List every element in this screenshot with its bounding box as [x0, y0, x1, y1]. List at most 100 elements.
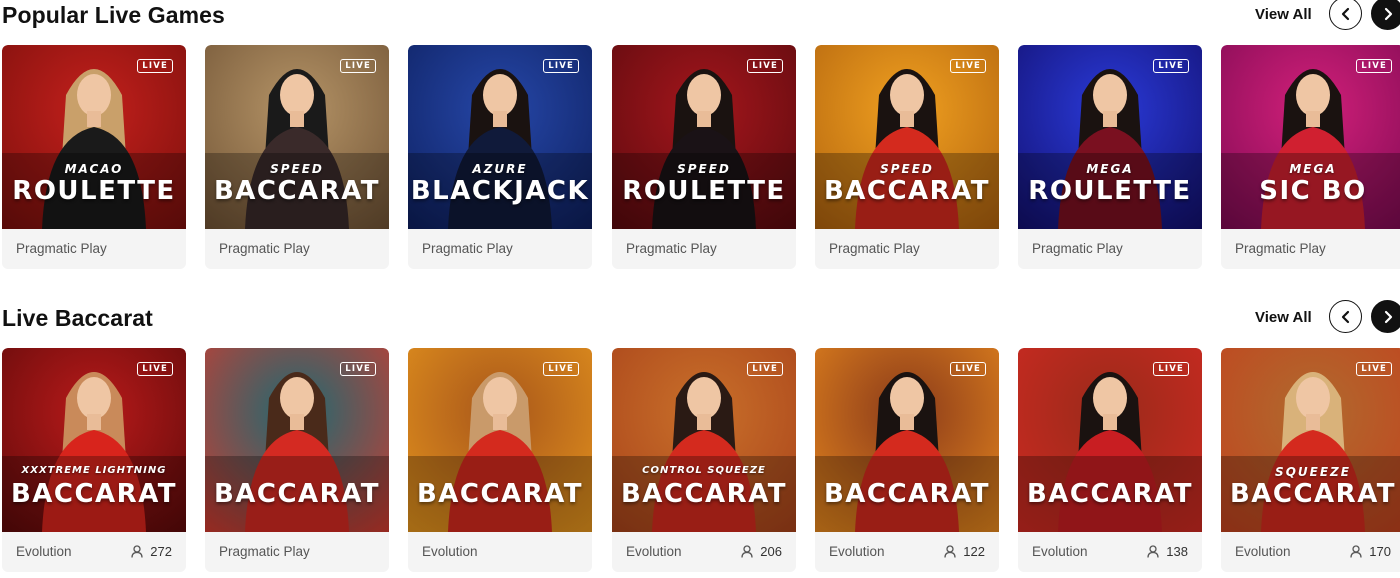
game-provider: Pragmatic Play — [829, 241, 920, 256]
section-title: Live Baccarat — [2, 305, 153, 331]
section-title: Popular Live Games — [2, 2, 225, 28]
game-name: BACCARAT — [213, 176, 381, 206]
chevron-right-icon — [1384, 310, 1392, 323]
game-name: ROULETTE — [1028, 176, 1192, 206]
game-provider: Evolution — [829, 544, 885, 559]
game-name: BACCARAT — [823, 479, 991, 509]
live-badge: LIVE — [340, 362, 376, 376]
game-provider: Pragmatic Play — [422, 241, 513, 256]
chevron-left-icon — [1341, 310, 1349, 323]
view-all-link[interactable]: View All — [1255, 6, 1312, 23]
game-subtitle: MEGA — [1086, 162, 1134, 176]
live-badge: LIVE — [1153, 59, 1189, 73]
game-card[interactable]: LIVE AZURE BLACKJACK Pragmatic Play — [408, 45, 592, 269]
game-name: BACCARAT — [213, 479, 381, 509]
game-name: BACCARAT — [823, 176, 991, 206]
user-icon — [1350, 545, 1362, 558]
game-thumbnail: LIVE MEGA SIC BO — [1221, 45, 1400, 229]
game-provider: Evolution — [1235, 544, 1291, 559]
game-card[interactable]: LIVE SPEED BACCARAT Pragmatic Play — [205, 45, 389, 269]
game-name: ROULETTE — [622, 176, 786, 206]
live-badge: LIVE — [543, 362, 579, 376]
game-provider: Pragmatic Play — [16, 241, 107, 256]
carousel-prev-button[interactable] — [1329, 0, 1362, 30]
live-badge: LIVE — [340, 59, 376, 73]
game-provider: Evolution — [422, 544, 478, 559]
game-thumbnail: LIVE BACCARAT — [205, 348, 389, 532]
game-provider: Pragmatic Play — [219, 544, 310, 559]
game-thumbnail: LIVE BACCARAT — [1018, 348, 1202, 532]
game-name: SIC BO — [1259, 176, 1367, 206]
game-card[interactable]: LIVE BACCARAT Pragmatic Play — [205, 348, 389, 572]
game-provider: Pragmatic Play — [219, 241, 310, 256]
live-badge: LIVE — [1356, 362, 1392, 376]
game-name: BACCARAT — [416, 479, 584, 509]
game-subtitle: SPEED — [880, 162, 934, 176]
game-provider: Pragmatic Play — [1032, 241, 1123, 256]
live-badge: LIVE — [137, 362, 173, 376]
user-icon — [131, 545, 143, 558]
live-badge: LIVE — [1356, 59, 1392, 73]
player-count: 170 — [1350, 544, 1391, 559]
game-name: BLACKJACK — [410, 176, 590, 206]
game-subtitle: SQUEEZE — [1275, 465, 1351, 479]
game-name: BACCARAT — [10, 479, 178, 509]
player-count-value: 138 — [1166, 544, 1188, 559]
game-thumbnail: LIVE BACCARAT — [815, 348, 999, 532]
game-card[interactable]: LIVE MACAO ROULETTE Pragmatic Play — [2, 45, 186, 269]
game-card[interactable]: LIVE BACCARAT Evolution 138 — [1018, 348, 1202, 572]
game-subtitle: XXXTREME LIGHTNING — [21, 465, 167, 476]
live-badge: LIVE — [950, 362, 986, 376]
live-badge: LIVE — [137, 59, 173, 73]
game-card[interactable]: LIVE MEGA SIC BO Pragmatic Play — [1221, 45, 1400, 269]
game-subtitle: AZURE — [472, 162, 528, 176]
chevron-left-icon — [1341, 7, 1349, 20]
carousel-prev-button[interactable] — [1329, 300, 1362, 333]
game-thumbnail: LIVE SPEED ROULETTE — [612, 45, 796, 229]
game-thumbnail: LIVE SPEED BACCARAT — [205, 45, 389, 229]
live-badge: LIVE — [1153, 362, 1189, 376]
game-card[interactable]: LIVE XXXTREME LIGHTNING BACCARAT Evolution 2… — [2, 348, 186, 572]
live-badge: LIVE — [950, 59, 986, 73]
game-card[interactable]: LIVE MEGA ROULETTE Pragmatic Play — [1018, 45, 1202, 269]
player-count-value: 122 — [963, 544, 985, 559]
view-all-link[interactable]: View All — [1255, 309, 1312, 326]
carousel-next-button[interactable] — [1371, 300, 1400, 333]
game-card[interactable]: LIVE SQUEEZE BACCARAT Evolution 170 — [1221, 348, 1400, 572]
game-provider: Evolution — [1032, 544, 1088, 559]
player-count-value: 206 — [760, 544, 782, 559]
live-badge: LIVE — [747, 362, 783, 376]
game-thumbnail: LIVE XXXTREME LIGHTNING BACCARAT — [2, 348, 186, 532]
game-provider: Pragmatic Play — [1235, 241, 1326, 256]
game-name: BACCARAT — [1229, 479, 1397, 509]
player-count-value: 272 — [150, 544, 172, 559]
carousel-next-button[interactable] — [1371, 0, 1400, 30]
game-thumbnail: LIVE SQUEEZE BACCARAT — [1221, 348, 1400, 532]
user-icon — [944, 545, 956, 558]
game-thumbnail: LIVE CONTROL SQUEEZE BACCARAT — [612, 348, 796, 532]
user-icon — [741, 545, 753, 558]
chevron-right-icon — [1384, 7, 1392, 20]
player-count-value: 170 — [1369, 544, 1391, 559]
player-count: 206 — [741, 544, 782, 559]
game-thumbnail: LIVE SPEED BACCARAT — [815, 45, 999, 229]
game-subtitle: MEGA — [1289, 162, 1337, 176]
game-card[interactable]: LIVE BACCARAT Evolution — [408, 348, 592, 572]
user-icon — [1147, 545, 1159, 558]
game-provider: Pragmatic Play — [626, 241, 717, 256]
game-thumbnail: LIVE BACCARAT — [408, 348, 592, 532]
game-name: BACCARAT — [1026, 479, 1194, 509]
game-subtitle: MACAO — [64, 162, 124, 176]
game-card[interactable]: LIVE CONTROL SQUEEZE BACCARAT Evolution 206 — [612, 348, 796, 572]
live-badge: LIVE — [543, 59, 579, 73]
player-count: 122 — [944, 544, 985, 559]
game-thumbnail: LIVE MACAO ROULETTE — [2, 45, 186, 229]
game-card[interactable]: LIVE SPEED BACCARAT Pragmatic Play — [815, 45, 999, 269]
game-subtitle: SPEED — [677, 162, 731, 176]
game-card[interactable]: LIVE BACCARAT Evolution 122 — [815, 348, 999, 572]
live-badge: LIVE — [747, 59, 783, 73]
player-count: 138 — [1147, 544, 1188, 559]
game-provider: Evolution — [16, 544, 72, 559]
game-provider: Evolution — [626, 544, 682, 559]
game-card[interactable]: LIVE SPEED ROULETTE Pragmatic Play — [612, 45, 796, 269]
